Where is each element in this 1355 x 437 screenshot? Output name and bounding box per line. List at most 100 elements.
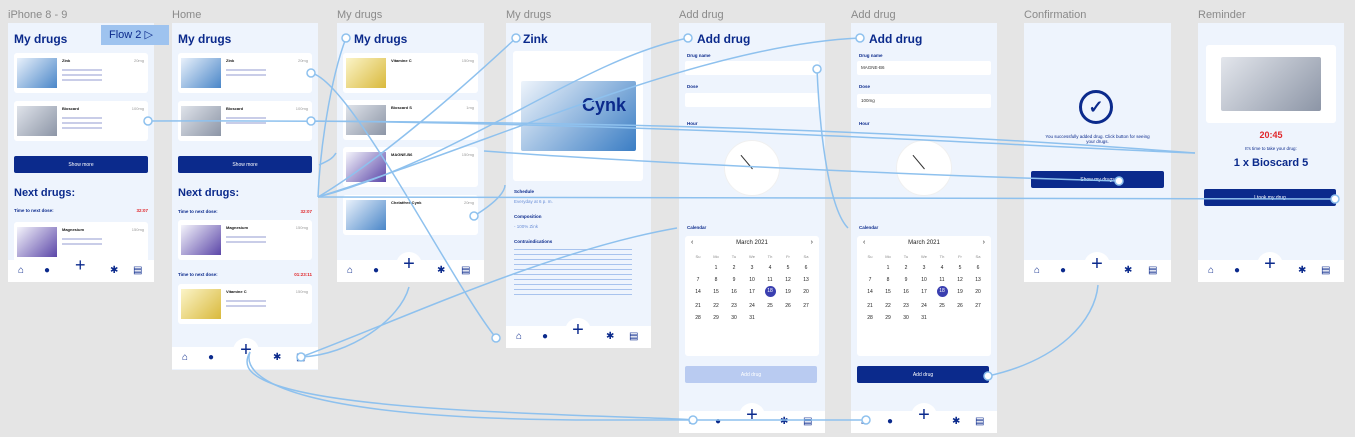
drug-card[interactable]: Magnesium 150mg [178, 220, 312, 260]
calendar-day[interactable]: 31 [743, 315, 761, 321]
calendar-day[interactable]: 18 [936, 286, 948, 297]
user-icon[interactable]: ● [44, 266, 50, 276]
calendar-day[interactable]: 23 [897, 303, 915, 309]
calendar[interactable]: ‹ March 2021 › Su Mo Tu We Th Fr Sa 1 2 3 4 5 6 7 8 9 10… [857, 236, 991, 356]
calendar-day[interactable]: 26 [779, 303, 797, 309]
user-icon[interactable]: ● [208, 353, 214, 363]
dose-input[interactable] [685, 93, 819, 107]
list-icon[interactable]: ▤ [133, 266, 142, 276]
add-icon[interactable]: + [565, 318, 591, 344]
add-drug-button[interactable]: Add drug [857, 366, 989, 383]
calendar-day[interactable]: 15 [879, 289, 897, 297]
calendar-day[interactable]: 23 [725, 303, 743, 309]
calendar-day[interactable]: 21 [861, 303, 879, 309]
calendar-grid[interactable]: Su Mo Tu We Th Fr Sa 1 2 3 4 5 6 7 8 9 10 11 12 13 14 15 16 17 1… [861, 254, 987, 321]
drug-card[interactable]: Zink 20mg [14, 53, 148, 93]
calendar-day[interactable]: 12 [779, 277, 797, 283]
calendar-day[interactable]: 19 [951, 289, 969, 297]
drug-card[interactable]: Bioscard 100mg [14, 101, 148, 141]
calendar-day[interactable]: 20 [797, 289, 815, 297]
list-icon[interactable]: ▤ [629, 332, 638, 342]
gear-icon[interactable]: ✱ [1298, 266, 1306, 276]
drug-card[interactable]: Vitamine C 150mg [178, 284, 312, 324]
drug-card[interactable]: MAGNE-B6 150mg [343, 147, 478, 187]
add-icon[interactable]: + [911, 403, 937, 429]
calendar-day[interactable]: 8 [879, 277, 897, 283]
add-icon[interactable]: + [739, 403, 765, 429]
add-icon[interactable]: + [233, 338, 259, 364]
drug-card[interactable]: Bioscard 100mg [178, 101, 312, 141]
drug-card[interactable]: Bioscard S 1mg [343, 100, 478, 140]
calendar-day[interactable]: 10 [915, 277, 933, 283]
took-drug-button[interactable]: I took my drug [1204, 189, 1336, 206]
drug-card[interactable]: Chelatfree Cynk 20mg [343, 195, 478, 235]
calendar-grid[interactable]: Su Mo Tu We Th Fr Sa 1 2 3 4 5 6 7 8 9 10 11 12 13 14 15 16 17 1… [689, 254, 815, 321]
calendar-day[interactable]: 15 [707, 289, 725, 297]
calendar-day[interactable]: 31 [915, 315, 933, 321]
calendar-day[interactable]: 20 [969, 289, 987, 297]
calendar-day[interactable]: 7 [689, 277, 707, 283]
calendar-day[interactable]: 3 [915, 265, 933, 271]
add-drug-button[interactable]: Add drug [685, 366, 817, 383]
gear-icon[interactable]: ✱ [1124, 266, 1132, 276]
gear-icon[interactable]: ✱ [780, 417, 788, 427]
calendar-day[interactable]: 16 [725, 289, 743, 297]
calendar-day[interactable]: 9 [897, 277, 915, 283]
user-icon[interactable]: ● [373, 266, 379, 276]
calendar-day[interactable]: 22 [879, 303, 897, 309]
gear-icon[interactable]: ✱ [273, 353, 281, 363]
calendar-day[interactable]: 24 [915, 303, 933, 309]
calendar-day[interactable]: 21 [689, 303, 707, 309]
add-icon[interactable]: + [1257, 252, 1283, 278]
home-icon[interactable]: ⌂ [516, 332, 522, 342]
calendar-day[interactable]: 11 [933, 277, 951, 283]
gear-icon[interactable]: ✱ [437, 266, 445, 276]
calendar-day[interactable]: 10 [743, 277, 761, 283]
calendar-day[interactable]: 11 [761, 277, 779, 283]
calendar-day[interactable]: 30 [897, 315, 915, 321]
add-icon[interactable]: + [1084, 252, 1110, 278]
calendar-day[interactable]: 29 [707, 315, 725, 321]
calendar-day[interactable]: 22 [707, 303, 725, 309]
calendar-day[interactable]: 6 [969, 265, 987, 271]
home-icon[interactable]: ⌂ [1208, 266, 1214, 276]
home-icon[interactable]: ⌂ [689, 417, 695, 427]
home-icon[interactable]: ⌂ [182, 353, 188, 363]
calendar-day[interactable]: 1 [879, 265, 897, 271]
calendar-day[interactable]: 27 [797, 303, 815, 309]
list-icon[interactable]: ▤ [1148, 266, 1157, 276]
home-icon[interactable]: ⌂ [1034, 266, 1040, 276]
list-icon[interactable]: ▤ [975, 417, 984, 427]
calendar-day[interactable]: 30 [725, 315, 743, 321]
calendar-day[interactable]: 1 [707, 265, 725, 271]
user-icon[interactable]: ● [1060, 266, 1066, 276]
gear-icon[interactable]: ✱ [606, 332, 614, 342]
home-icon[interactable]: ⌂ [861, 417, 867, 427]
chevron-right-icon[interactable]: › [811, 239, 813, 246]
calendar-day[interactable]: 19 [779, 289, 797, 297]
calendar-day[interactable]: 4 [933, 265, 951, 271]
calendar-day[interactable]: 27 [969, 303, 987, 309]
clock-picker[interactable] [896, 140, 952, 196]
list-icon[interactable]: ▤ [461, 266, 470, 276]
user-icon[interactable]: ● [715, 417, 721, 427]
calendar[interactable]: ‹ March 2021 › Su Mo Tu We Th Fr Sa 1 2 3 4 5 6 7 8 9 10… [685, 236, 819, 356]
calendar-day[interactable]: 28 [689, 315, 707, 321]
show-more-button[interactable]: Show more [178, 156, 312, 173]
add-icon[interactable]: + [75, 256, 86, 274]
calendar-day[interactable]: 26 [951, 303, 969, 309]
list-icon[interactable]: ▤ [296, 353, 305, 363]
user-icon[interactable]: ● [887, 417, 893, 427]
calendar-day[interactable]: 17 [743, 289, 761, 297]
calendar-day[interactable]: 18 [764, 286, 776, 297]
calendar-day[interactable]: 16 [897, 289, 915, 297]
flow-badge[interactable]: Flow 2 ▷ [101, 25, 169, 45]
clock-picker[interactable] [724, 140, 780, 196]
home-icon[interactable]: ⌂ [18, 266, 24, 276]
user-icon[interactable]: ● [542, 332, 548, 342]
calendar-day[interactable]: 9 [725, 277, 743, 283]
chevron-right-icon[interactable]: › [983, 239, 985, 246]
list-icon[interactable]: ▤ [803, 417, 812, 427]
drug-name-input[interactable]: MAGNE-B6 [857, 61, 991, 75]
calendar-day[interactable]: 13 [797, 277, 815, 283]
